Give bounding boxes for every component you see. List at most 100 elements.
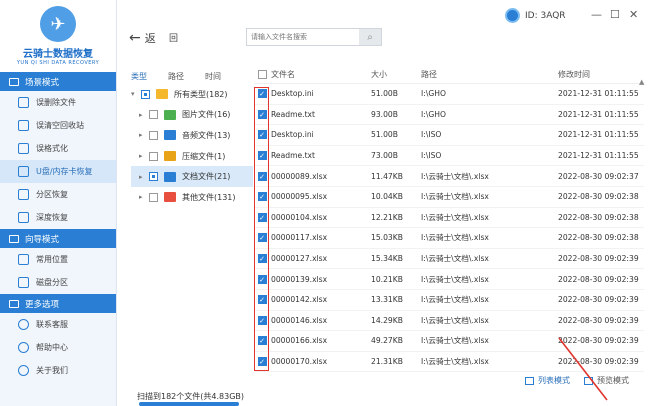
table-row[interactable]: ✓ 00000104.xlsx 12.21KB I:\云骑士\文档\.xlsx 2022… — [255, 208, 644, 229]
sidebar-item-about-us[interactable]: 关于我们 — [0, 359, 116, 382]
file-size: 93.00B — [371, 109, 398, 119]
chevron-right-icon[interactable]: ▸ — [139, 193, 149, 201]
checkbox[interactable] — [149, 151, 158, 161]
avatar — [505, 8, 520, 23]
chevron-right-icon[interactable]: ▸ — [139, 173, 149, 181]
chevron-right-icon[interactable]: ▸ — [139, 111, 149, 119]
tree-item-archive[interactable]: ▸ 压缩文件(1) — [131, 146, 253, 167]
sidebar-item-recycle-bin[interactable]: 误清空回收站 — [0, 114, 116, 137]
highlight-box — [254, 87, 269, 371]
table-row[interactable]: ✓ 00000142.xlsx 13.31KB I:\云骑士\文档\.xlsx 2022… — [255, 290, 644, 311]
section-header-wizard: 向导模式 — [0, 229, 116, 248]
other-files-icon — [164, 192, 176, 203]
file-modified: 2021-12-31 01:11:55 — [558, 151, 639, 161]
file-name: 00000139.xlsx — [271, 274, 328, 284]
column-path[interactable]: 路径 — [421, 69, 558, 80]
headset-icon — [18, 319, 29, 330]
table-row[interactable]: ✓ 00000166.xlsx 49.27KB I:\云骑士\文档\.xlsx 2022… — [255, 331, 644, 352]
tab-path[interactable]: 路径 — [168, 71, 184, 82]
column-modified[interactable]: 修改时间 — [558, 69, 644, 80]
checkbox[interactable] — [149, 192, 158, 202]
tree-item-images[interactable]: ▸ 图片文件(16) — [131, 105, 253, 126]
scrollbar[interactable]: ▲ — [639, 77, 645, 372]
chevron-right-icon[interactable]: ▸ — [139, 131, 149, 139]
sidebar-item-disk-partition[interactable]: 磁盘分区 — [0, 271, 116, 294]
list-mode-button[interactable]: 列表模式 — [525, 375, 570, 386]
top-bar: ←返 回 ⌕ ID: 3AQR — ☐ ✕ — [117, 0, 650, 62]
back-button[interactable]: ← 返 — [129, 30, 156, 46]
recycle-bin-icon — [18, 120, 29, 131]
close-icon[interactable]: ✕ — [629, 8, 638, 21]
location-icon — [18, 254, 29, 265]
file-path: I:\云骑士\文档\.xlsx — [421, 295, 489, 305]
minimize-icon[interactable]: — — [591, 8, 602, 21]
search-input[interactable] — [247, 29, 359, 45]
file-name: 00000146.xlsx — [271, 315, 328, 325]
table-row[interactable]: ✓ Desktop.ini 51.00B I:\ISO 2021-12-31 01:11… — [255, 125, 644, 146]
table-row[interactable]: ✓ Readme.txt 73.00B I:\ISO 2021-12-31 01:11:… — [255, 146, 644, 167]
arrow-left-icon: ← — [129, 30, 141, 46]
file-name: 00000170.xlsx — [271, 357, 328, 367]
sidebar-item-deep-recovery[interactable]: 深度恢复 — [0, 206, 116, 229]
sidebar-item-format[interactable]: 误格式化 — [0, 137, 116, 160]
tree-item-all[interactable]: ▾ 所有类型(182) — [131, 84, 253, 105]
file-modified: 2022-08-30 09:02:39 — [558, 315, 639, 325]
table-row[interactable]: ✓ 00000095.xlsx 10.04KB I:\云骑士\文档\.xlsx 2022… — [255, 187, 644, 208]
sidebar-item-partition-recovery[interactable]: 分区恢复 — [0, 183, 116, 206]
table-row[interactable]: ✓ 00000117.xlsx 15.03KB I:\云骑士\文档\.xlsx 2022… — [255, 228, 644, 249]
checkbox[interactable] — [141, 89, 150, 99]
table-row[interactable]: ✓ 00000146.xlsx 14.29KB I:\云骑士\文档\.xlsx 2022… — [255, 311, 644, 332]
sidebar-item-usb-recovery[interactable]: U盘/内存卡恢复 — [0, 160, 116, 183]
column-name[interactable]: 文件名 — [269, 69, 371, 80]
file-table: 文件名 大小 路径 修改时间 ✓ Desktop.ini 51.00B I:\GHO 2… — [255, 66, 644, 373]
file-name: Readme.txt — [271, 109, 316, 119]
file-path: I:\云骑士\文档\.xlsx — [421, 171, 489, 181]
tab-type[interactable]: 类型 — [131, 71, 147, 82]
chevron-down-icon[interactable]: ▾ — [131, 90, 141, 98]
list-icon — [525, 376, 534, 385]
chevron-right-icon[interactable]: ▸ — [139, 152, 149, 160]
table-header: 文件名 大小 路径 修改时间 — [255, 66, 644, 84]
sidebar-item-help-center[interactable]: 帮助中心 — [0, 336, 116, 359]
section-header-more: 更多选项 — [0, 294, 116, 313]
file-path: I:\云骑士\文档\.xlsx — [421, 254, 489, 264]
file-name: 00000117.xlsx — [271, 233, 328, 243]
file-size: 13.31KB — [371, 295, 403, 305]
column-size[interactable]: 大小 — [371, 69, 421, 80]
table-row[interactable]: ✓ 00000089.xlsx 11.47KB I:\云骑士\文档\.xlsx 2022… — [255, 166, 644, 187]
tab-time[interactable]: 时间 — [205, 71, 221, 82]
maximize-icon[interactable]: ☐ — [610, 8, 620, 21]
file-name: 00000142.xlsx — [271, 295, 328, 305]
sidebar-item-contact-support[interactable]: 联系客服 — [0, 313, 116, 336]
file-size: 15.34KB — [371, 254, 403, 264]
tree-item-audio[interactable]: ▸ 音频文件(13) — [131, 125, 253, 146]
checkbox[interactable] — [149, 110, 158, 120]
file-path: I:\云骑士\文档\.xlsx — [421, 357, 489, 367]
table-row[interactable]: ✓ Desktop.ini 51.00B I:\GHO 2021-12-31 01:11… — [255, 84, 644, 105]
table-row[interactable]: ✓ 00000170.xlsx 21.31KB I:\云骑士\文档\.xlsx 2022… — [255, 352, 644, 373]
recover-button[interactable] — [139, 402, 239, 406]
checkbox[interactable] — [149, 130, 158, 140]
checkbox[interactable] — [149, 172, 158, 182]
table-row[interactable]: ✓ 00000139.xlsx 10.21KB I:\云骑士\文档\.xlsx 2022… — [255, 269, 644, 290]
view-mode-tabs: 列表模式 预览模式 — [525, 375, 643, 386]
select-all-checkbox[interactable] — [257, 70, 267, 79]
file-name: 00000127.xlsx — [271, 254, 328, 264]
file-name: Desktop.ini — [271, 89, 314, 99]
wizard-icon — [9, 234, 19, 243]
file-modified: 2022-08-30 09:02:39 — [558, 336, 639, 346]
disk-icon — [18, 277, 29, 288]
preview-mode-button[interactable]: 预览模式 — [584, 375, 629, 386]
tree-item-other[interactable]: ▸ 其他文件(131) — [131, 187, 253, 208]
deep-scan-icon — [18, 212, 29, 223]
table-row[interactable]: ✓ 00000127.xlsx 15.34KB I:\云骑士\文档\.xlsx 2022… — [255, 249, 644, 270]
file-path: I:\GHO — [421, 89, 446, 99]
sidebar-item-deleted-files[interactable]: 误删除文件 — [0, 91, 116, 114]
folder-icon — [156, 89, 168, 100]
file-name: 00000104.xlsx — [271, 212, 328, 222]
file-path: I:\云骑士\文档\.xlsx — [421, 274, 489, 284]
tree-item-documents[interactable]: ▸ 文档文件(21) — [131, 166, 253, 187]
table-row[interactable]: ✓ Readme.txt 93.00B I:\GHO 2021-12-31 01:11:… — [255, 105, 644, 126]
search-icon[interactable]: ⌕ — [359, 29, 381, 45]
sidebar-item-common-locations[interactable]: 常用位置 — [0, 248, 116, 271]
